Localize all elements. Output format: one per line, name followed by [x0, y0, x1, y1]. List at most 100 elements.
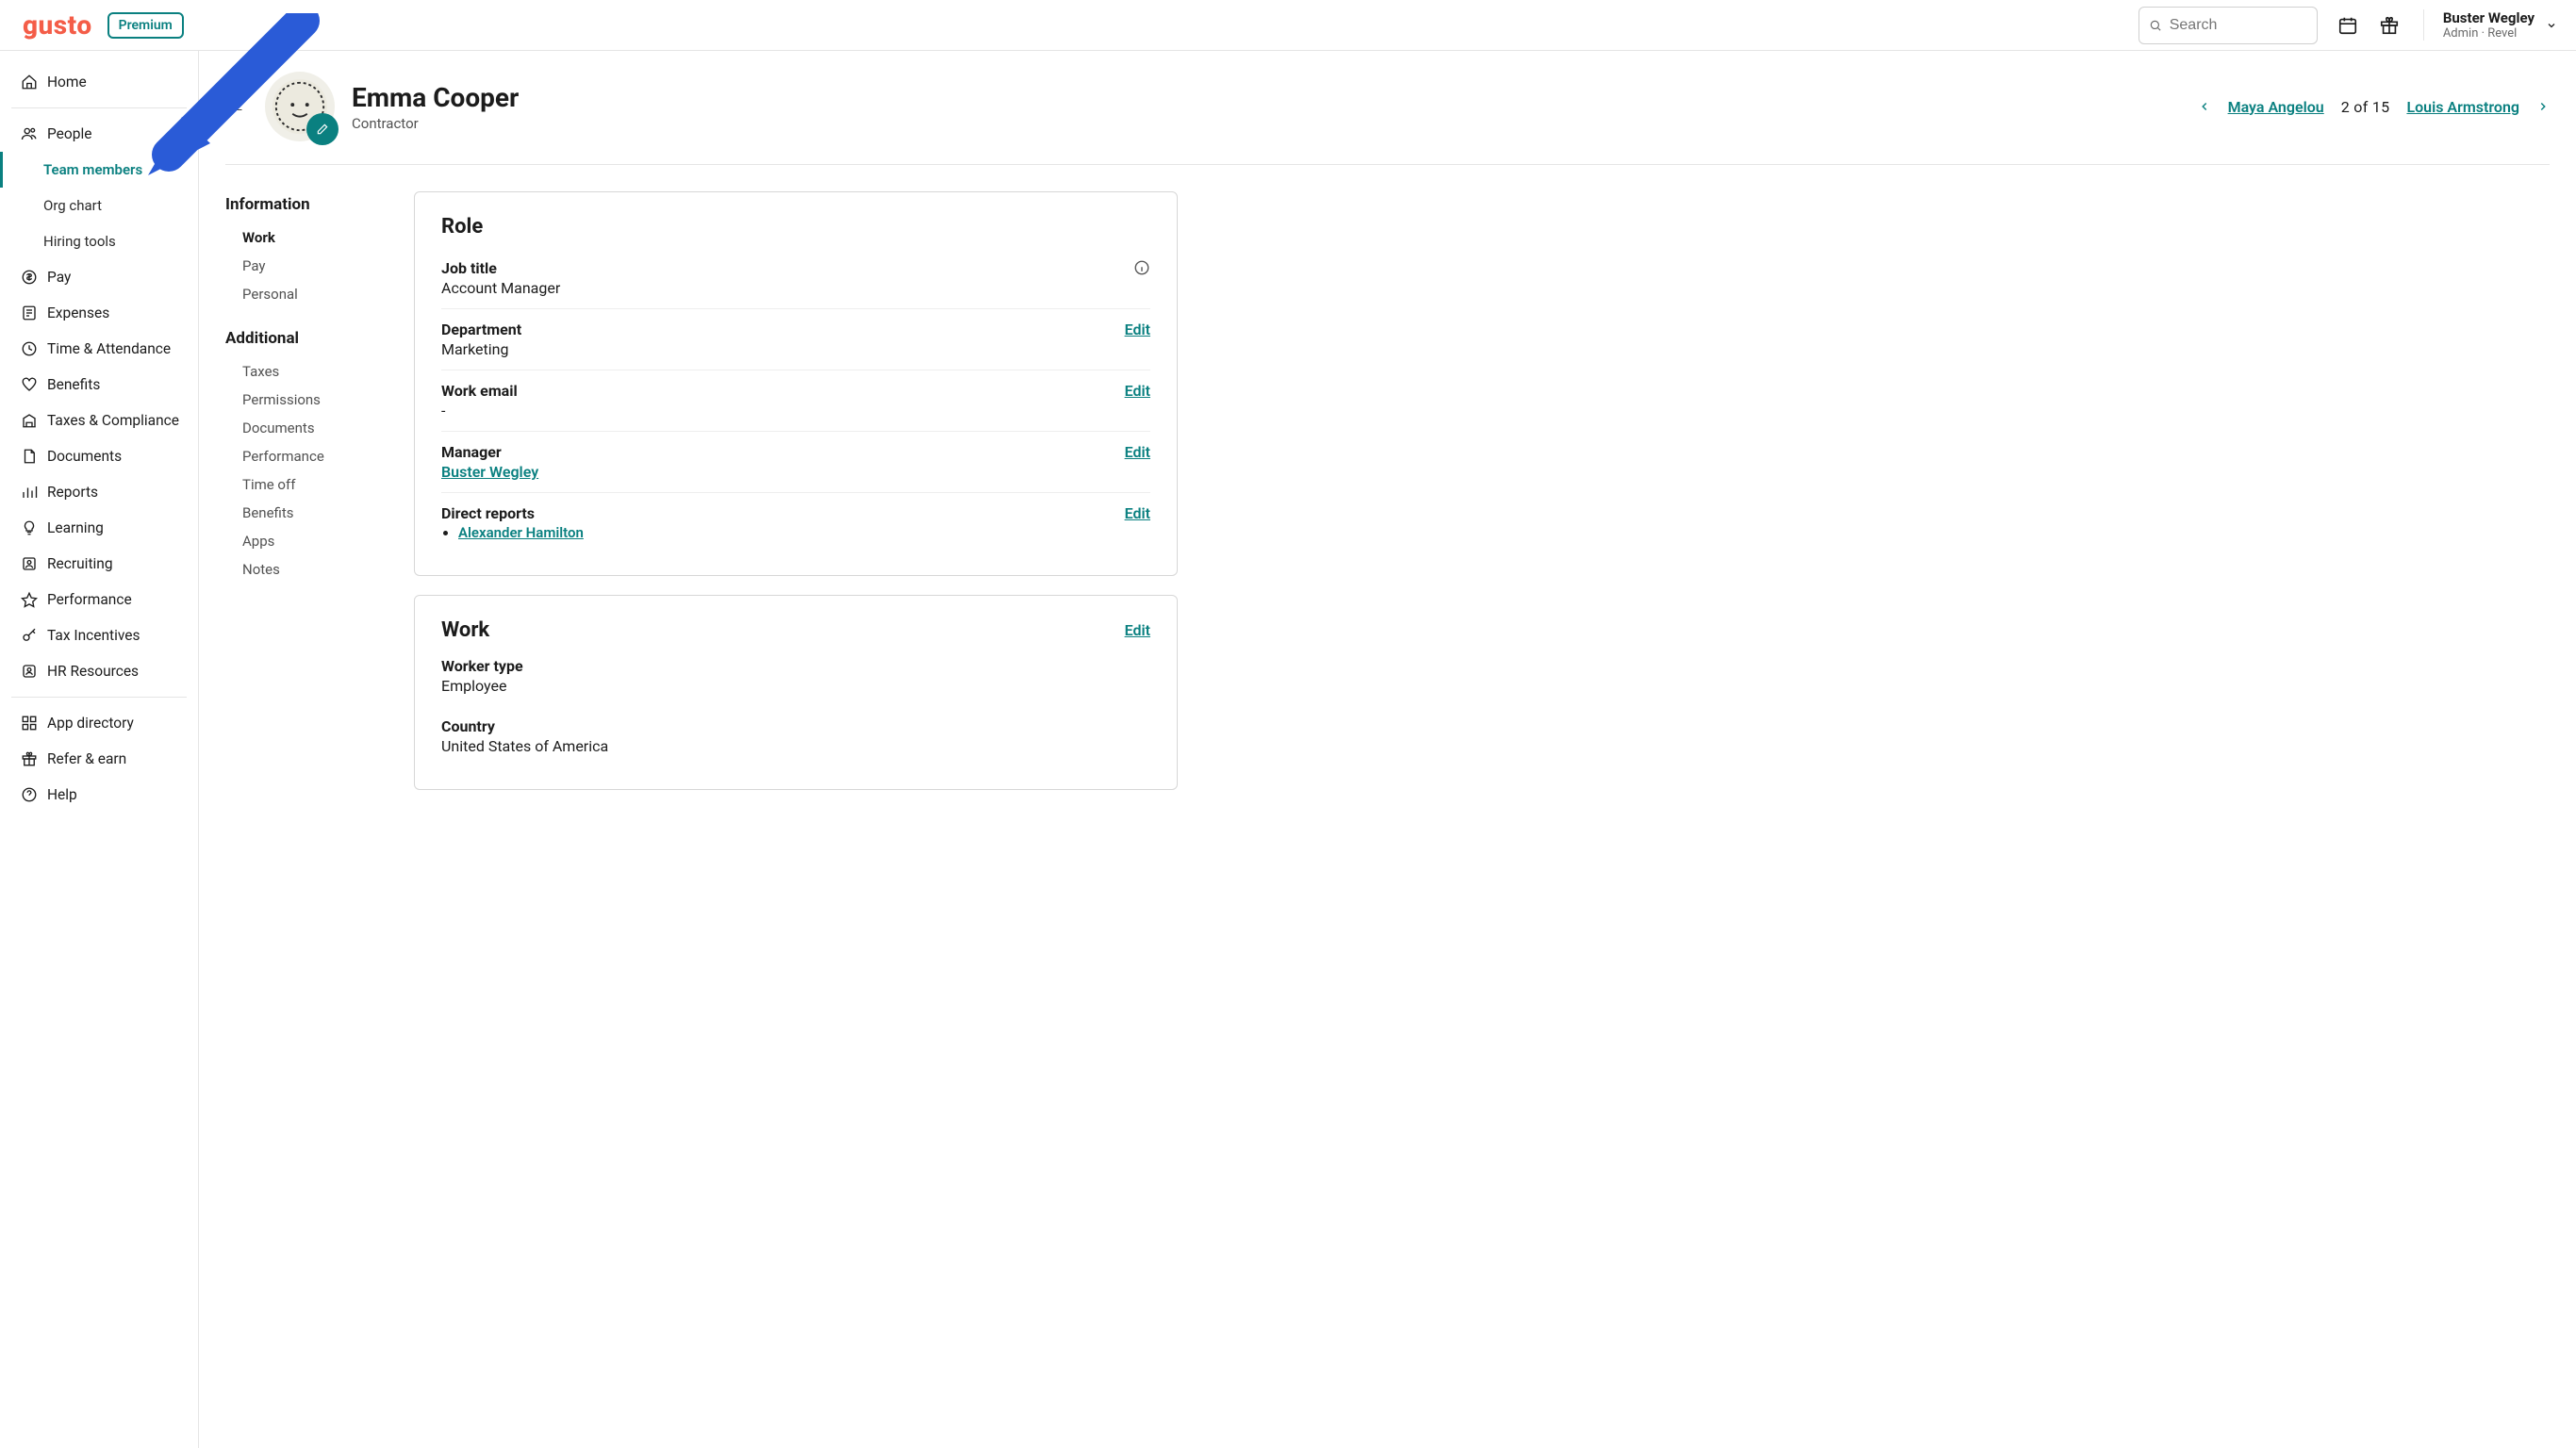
pager-prev-link[interactable]: Maya Angelou	[2228, 98, 2324, 116]
search-input[interactable]	[2170, 17, 2307, 34]
field-value: Marketing	[441, 340, 521, 358]
profile-section-nav: Information Work Pay Personal Additional…	[225, 191, 357, 790]
person-subtitle: Contractor	[352, 115, 519, 132]
avatar-edit-button[interactable]	[306, 113, 339, 145]
edit-work-email-link[interactable]: Edit	[1125, 382, 1150, 400]
mini-nav-notes[interactable]: Notes	[225, 555, 357, 584]
sidebar-item-recruiting[interactable]: Recruiting	[0, 546, 198, 582]
pencil-icon	[316, 123, 329, 136]
user-menu[interactable]: Buster Wegley Admin · Revel	[2423, 9, 2557, 41]
sidebar-item-org-chart[interactable]: Org chart	[0, 188, 198, 223]
star-icon	[21, 591, 38, 608]
mini-nav-time-off[interactable]: Time off	[225, 470, 357, 499]
sidebar-item-label: People	[47, 125, 91, 142]
sidebar-item-tax-incentives[interactable]: Tax Incentives	[0, 617, 198, 653]
mini-nav-heading: Information	[225, 195, 357, 214]
dollar-icon	[21, 269, 38, 286]
field-value: United States of America	[441, 737, 1150, 755]
mini-nav-work[interactable]: Work	[225, 223, 357, 252]
back-arrow[interactable]: ←	[225, 94, 246, 119]
edit-direct-reports-link[interactable]: Edit	[1125, 504, 1150, 522]
mini-nav-documents[interactable]: Documents	[225, 414, 357, 442]
sidebar-item-refer-earn[interactable]: Refer & earn	[0, 741, 198, 777]
field-label: Manager	[441, 443, 538, 461]
field-label: Direct reports	[441, 504, 584, 522]
sidebar-item-label: Tax Incentives	[47, 627, 140, 644]
sidebar-item-taxes-compliance[interactable]: Taxes & Compliance	[0, 403, 198, 438]
sidebar-item-label: Hiring tools	[43, 233, 116, 250]
pager-next-link[interactable]: Louis Armstrong	[2406, 98, 2519, 116]
person-name: Emma Cooper	[352, 82, 519, 113]
mini-nav-apps[interactable]: Apps	[225, 527, 357, 555]
field-label: Country	[441, 717, 1150, 735]
sidebar-item-learning[interactable]: Learning	[0, 510, 198, 546]
sidebar-item-label: Team members	[43, 161, 142, 178]
expenses-icon	[21, 304, 38, 321]
mini-nav-pay[interactable]: Pay	[225, 252, 357, 280]
card-title: Work	[441, 618, 489, 642]
info-icon[interactable]	[1133, 259, 1150, 276]
document-icon	[21, 448, 38, 465]
sidebar-item-label: Taxes & Compliance	[47, 412, 179, 429]
edit-manager-link[interactable]: Edit	[1125, 443, 1150, 461]
sidebar-item-documents[interactable]: Documents	[0, 438, 198, 474]
mini-nav-permissions[interactable]: Permissions	[225, 386, 357, 414]
field-label: Job title	[441, 259, 560, 277]
bulb-icon	[21, 519, 38, 536]
chevron-left-icon[interactable]	[2198, 100, 2211, 113]
search-input-wrap[interactable]	[2138, 7, 2318, 44]
record-pager: Maya Angelou 2 of 15 Louis Armstrong	[2198, 98, 2550, 116]
work-card: Work Edit Worker type Employee Country U…	[414, 595, 1178, 790]
building-icon	[21, 412, 38, 429]
sidebar-item-help[interactable]: Help	[0, 777, 198, 813]
premium-badge[interactable]: Premium	[107, 12, 184, 39]
mini-nav-taxes[interactable]: Taxes	[225, 357, 357, 386]
sidebar-item-label: Recruiting	[47, 555, 113, 572]
sidebar-item-label: Home	[47, 74, 87, 90]
chevron-down-icon	[2546, 20, 2557, 31]
calendar-icon[interactable]	[2337, 14, 2359, 37]
sidebar-item-label: Performance	[47, 591, 132, 608]
field-label: Work email	[441, 382, 518, 400]
sidebar-item-performance[interactable]: Performance	[0, 582, 198, 617]
field-value: -	[441, 402, 518, 420]
sidebar-item-label: Help	[47, 786, 77, 803]
user-name: Buster Wegley	[2443, 9, 2535, 26]
chevron-right-icon[interactable]	[2536, 100, 2550, 113]
sidebar-item-expenses[interactable]: Expenses	[0, 295, 198, 331]
sidebar-item-hiring-tools[interactable]: Hiring tools	[0, 223, 198, 259]
sidebar-item-hr-resources[interactable]: HR Resources	[0, 653, 198, 689]
sidebar-item-people[interactable]: People	[0, 116, 198, 152]
pager-position: 2 of 15	[2341, 98, 2390, 116]
sidebar-item-label: Learning	[47, 519, 104, 536]
gift-icon	[21, 750, 38, 767]
user-role: Admin · Revel	[2443, 26, 2535, 41]
sidebar-item-time-attendance[interactable]: Time & Attendance	[0, 331, 198, 367]
gift-icon[interactable]	[2378, 14, 2401, 37]
mini-nav-performance[interactable]: Performance	[225, 442, 357, 470]
sidebar-item-label: Org chart	[43, 197, 102, 214]
people-icon	[21, 125, 38, 142]
mini-nav-benefits[interactable]: Benefits	[225, 499, 357, 527]
clock-icon	[21, 340, 38, 357]
sidebar-item-team-members[interactable]: Team members	[0, 152, 198, 188]
sidebar-item-label: Expenses	[47, 304, 109, 321]
sidebar-item-label: HR Resources	[47, 663, 139, 680]
sidebar-item-label: Time & Attendance	[47, 340, 171, 357]
sidebar-item-label: Refer & earn	[47, 750, 126, 767]
sidebar-item-benefits[interactable]: Benefits	[0, 367, 198, 403]
hr-icon	[21, 663, 38, 680]
sidebar-item-pay[interactable]: Pay	[0, 259, 198, 295]
recruiting-icon	[21, 555, 38, 572]
edit-department-link[interactable]: Edit	[1125, 321, 1150, 338]
direct-report-link[interactable]: Alexander Hamilton	[458, 524, 584, 541]
search-icon	[2149, 18, 2162, 33]
sidebar-item-app-directory[interactable]: App directory	[0, 705, 198, 741]
mini-nav-personal[interactable]: Personal	[225, 280, 357, 308]
sidebar-item-home[interactable]: Home	[0, 64, 198, 100]
manager-link[interactable]: Buster Wegley	[441, 463, 538, 481]
sidebar-item-reports[interactable]: Reports	[0, 474, 198, 510]
edit-work-link[interactable]: Edit	[1125, 621, 1150, 639]
gusto-logo[interactable]: gusto	[23, 9, 92, 41]
home-icon	[21, 74, 38, 90]
